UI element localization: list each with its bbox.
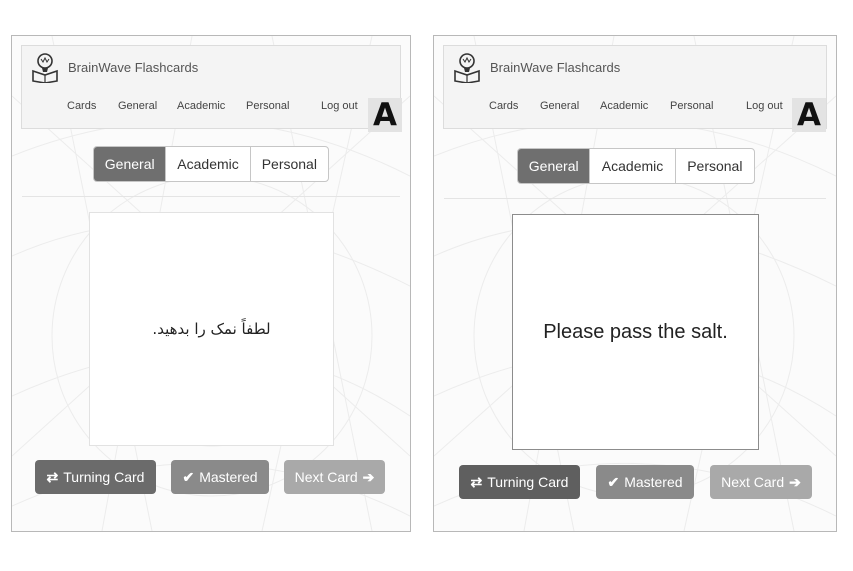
category-personal-button[interactable]: Personal: [676, 149, 754, 183]
brain-book-logo-icon: [454, 53, 480, 83]
logout-link[interactable]: Log out: [321, 100, 358, 112]
arrow-right-icon: ➔: [789, 473, 801, 490]
category-academic-button[interactable]: Academic: [590, 149, 676, 183]
nav-cards-link[interactable]: Cards: [67, 100, 96, 112]
exchange-arrows-icon: ⇄: [46, 468, 59, 485]
user-avatar[interactable]: A: [368, 98, 402, 132]
next-card-button[interactable]: Next Card ➔: [284, 460, 385, 494]
category-selector: General Academic Personal: [517, 148, 755, 184]
left-phone-screen: BrainWave Flashcards Cards General Acade…: [11, 35, 411, 532]
category-personal-button[interactable]: Personal: [251, 147, 328, 181]
turning-card-button[interactable]: ⇄ Turning Card: [459, 465, 580, 499]
brain-book-logo-icon: [32, 53, 58, 83]
category-selector: General Academic Personal: [93, 146, 329, 182]
nav-personal-link[interactable]: Personal: [670, 100, 713, 112]
nav-academic-link[interactable]: Academic: [177, 100, 225, 112]
check-icon: ✔: [607, 473, 620, 490]
turning-card-label: Turning Card: [487, 474, 569, 490]
category-academic-button[interactable]: Academic: [166, 147, 251, 181]
flashcard-text: Please pass the salt.: [543, 320, 728, 343]
nav-general-link[interactable]: General: [118, 100, 157, 112]
divider: [22, 196, 400, 197]
category-general-button[interactable]: General: [94, 147, 167, 181]
flashcard-text: لطفاً نمک را بدهید.: [152, 320, 271, 338]
app-title: BrainWave Flashcards: [490, 60, 621, 75]
turning-card-label: Turning Card: [63, 469, 145, 485]
mastered-button[interactable]: ✔ Mastered: [596, 465, 694, 499]
app-title: BrainWave Flashcards: [68, 60, 199, 75]
mastered-label: Mastered: [199, 469, 258, 485]
top-navigation-bar: BrainWave Flashcards Cards General Acade…: [21, 45, 402, 132]
next-card-label: Next Card: [294, 469, 358, 485]
flashcard[interactable]: Please pass the salt.: [512, 214, 759, 450]
nav-general-link[interactable]: General: [540, 100, 579, 112]
next-card-button[interactable]: Next Card ➔: [710, 465, 812, 499]
divider: [444, 198, 826, 199]
flashcard[interactable]: لطفاً نمک را بدهید.: [89, 212, 334, 446]
turning-card-button[interactable]: ⇄ Turning Card: [35, 460, 156, 494]
top-navigation-bar: BrainWave Flashcards Cards General Acade…: [443, 45, 827, 132]
mastered-button[interactable]: ✔ Mastered: [171, 460, 269, 494]
right-phone-screen: BrainWave Flashcards Cards General Acade…: [433, 35, 837, 532]
arrow-right-icon: ➔: [362, 468, 375, 485]
mastered-label: Mastered: [624, 474, 683, 490]
nav-cards-link[interactable]: Cards: [489, 100, 518, 112]
nav-personal-link[interactable]: Personal: [246, 100, 289, 112]
nav-academic-link[interactable]: Academic: [600, 100, 648, 112]
check-icon: ✔: [182, 468, 195, 485]
category-general-button[interactable]: General: [518, 149, 591, 183]
next-card-label: Next Card: [721, 474, 785, 490]
user-avatar[interactable]: A: [792, 98, 826, 132]
exchange-arrows-icon: ⇄: [470, 473, 483, 490]
logout-link[interactable]: Log out: [746, 100, 783, 112]
